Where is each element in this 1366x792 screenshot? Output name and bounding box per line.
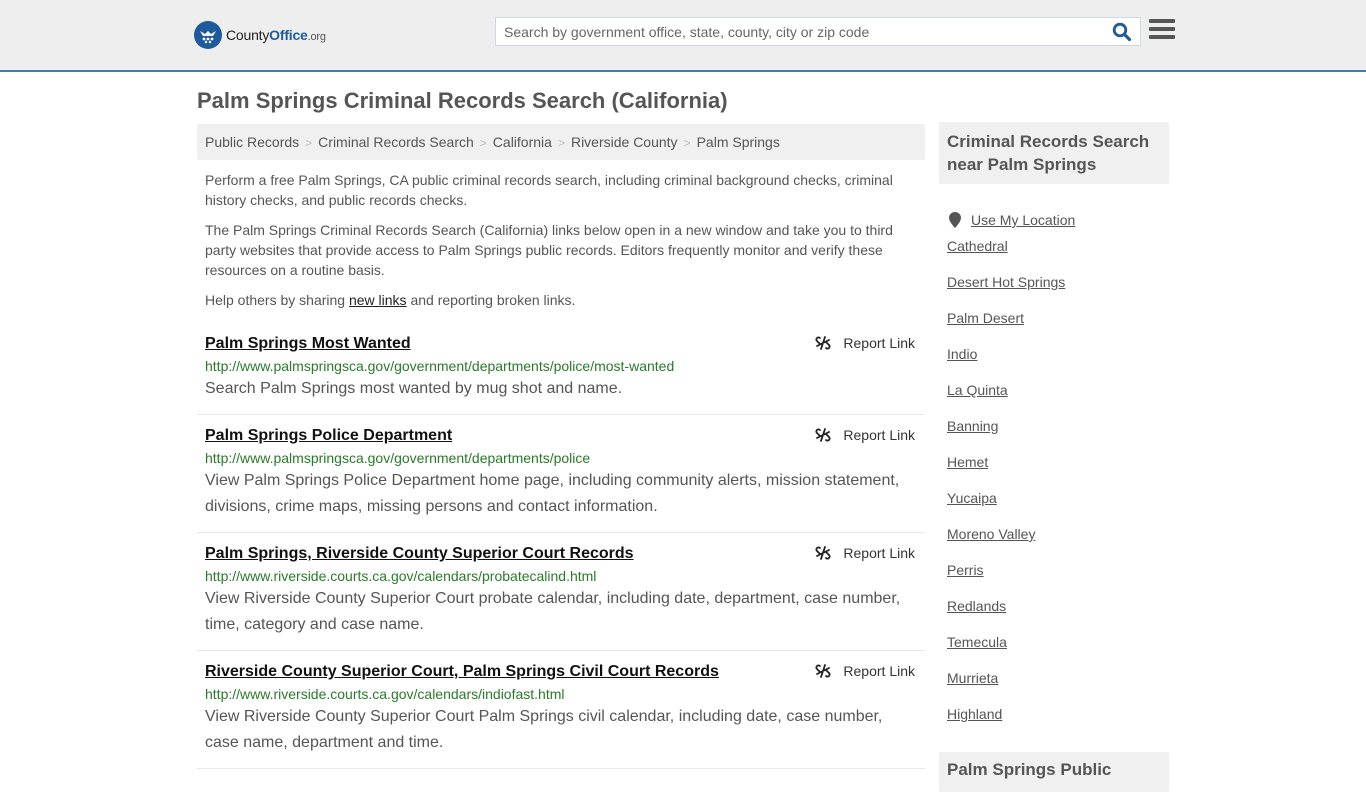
broken-link-icon	[815, 336, 831, 350]
city-link[interactable]: Indio	[947, 346, 977, 362]
city-link[interactable]: Murrieta	[947, 670, 998, 686]
sidebar-item-temecula: Temecula	[947, 634, 1161, 670]
sidebar-heading: Criminal Records Search near Palm Spring…	[939, 122, 1169, 184]
breadcrumb: Public Records > Criminal Records Search > C…	[197, 124, 925, 160]
record-title-link[interactable]: Palm Springs, Riverside County Superior …	[205, 543, 634, 565]
logo-text: CountyOffice.org	[226, 27, 326, 43]
sidebar-item-palm-desert: Palm Desert	[947, 310, 1161, 346]
breadcrumb-separator: >	[305, 136, 313, 150]
records-list: Palm Springs Most Wanted Report Link htt…	[197, 329, 925, 769]
main-content: Public Records > Criminal Records Search > C…	[197, 124, 925, 769]
city-link[interactable]: La Quinta	[947, 382, 1008, 398]
record-description: View Palm Springs Police Department home…	[205, 472, 900, 515]
sidebar-item-hemet: Hemet	[947, 454, 1161, 490]
search-input[interactable]	[496, 18, 1106, 45]
sidebar-item-cathedral: Cathedral	[947, 238, 1161, 274]
breadcrumb-criminal-records-search[interactable]: Criminal Records Search	[318, 134, 474, 150]
search-box	[495, 17, 1141, 46]
breadcrumb-separator: >	[683, 136, 691, 150]
report-link-button[interactable]: Report Link	[815, 663, 915, 679]
record-description: View Riverside County Superior Court pro…	[205, 590, 901, 633]
intro-paragraph-1: Perform a free Palm Springs, CA public c…	[205, 172, 893, 208]
sidebar-item-redlands: Redlands	[947, 598, 1161, 634]
city-link[interactable]: Temecula	[947, 634, 1007, 650]
city-link[interactable]: Desert Hot Springs	[947, 274, 1065, 290]
broken-link-icon	[815, 546, 831, 560]
broken-link-icon	[815, 664, 831, 678]
sidebar-item-banning: Banning	[947, 418, 1161, 454]
sidebar-heading-public-records: Palm Springs Public	[939, 752, 1169, 792]
sidebar-item-desert-hot-springs: Desert Hot Springs	[947, 274, 1161, 310]
record-url[interactable]: http://www.palmspringsca.gov/government/…	[205, 448, 917, 468]
breadcrumb-public-records[interactable]: Public Records	[205, 134, 299, 150]
sidebar-item-murrieta: Murrieta	[947, 670, 1161, 706]
use-my-location-link[interactable]: Use My Location	[971, 212, 1075, 228]
sidebar-item-highland: Highland	[947, 706, 1161, 742]
record-item: Palm Springs Police Department Report Li…	[197, 415, 925, 533]
city-link[interactable]: Yucaipa	[947, 490, 997, 506]
site-logo[interactable]: CountyOffice.org	[194, 21, 326, 49]
breadcrumb-riverside-county[interactable]: Riverside County	[571, 134, 678, 150]
site-header: CountyOffice.org	[0, 0, 1366, 72]
record-item: Riverside County Superior Court, Palm Sp…	[197, 651, 925, 769]
record-item: Palm Springs, Riverside County Superior …	[197, 533, 925, 651]
city-link[interactable]: Palm Desert	[947, 310, 1024, 326]
eagle-logo-icon	[194, 21, 222, 49]
record-description: Search Palm Springs most wanted by mug s…	[205, 380, 623, 397]
report-link-button[interactable]: Report Link	[815, 427, 915, 443]
hamburger-menu-icon[interactable]	[1149, 19, 1175, 43]
broken-link-icon	[815, 428, 831, 442]
breadcrumb-california[interactable]: California	[493, 134, 552, 150]
record-url[interactable]: http://www.palmspringsca.gov/government/…	[205, 356, 917, 376]
record-title-link[interactable]: Riverside County Superior Court, Palm Sp…	[205, 661, 719, 683]
report-link-button[interactable]: Report Link	[815, 335, 915, 351]
page-title: Palm Springs Criminal Records Search (Ca…	[197, 88, 728, 113]
city-link[interactable]: Hemet	[947, 454, 988, 470]
city-link[interactable]: Moreno Valley	[947, 526, 1035, 542]
nearby-cities-list: Use My Location Cathedral Desert Hot Spr…	[939, 202, 1169, 742]
report-link-button[interactable]: Report Link	[815, 545, 915, 561]
city-link[interactable]: Cathedral	[947, 238, 1008, 254]
record-title-link[interactable]: Palm Springs Most Wanted	[205, 333, 411, 355]
map-pin-icon	[949, 212, 961, 228]
intro-paragraph-3: Help others by sharing new links and rep…	[205, 292, 576, 308]
city-link[interactable]: Highland	[947, 706, 1002, 722]
search-icon	[1112, 22, 1132, 42]
record-item: Palm Springs Most Wanted Report Link htt…	[197, 329, 925, 415]
city-link[interactable]: Banning	[947, 418, 998, 434]
use-my-location-item: Use My Location	[947, 202, 1161, 238]
new-links-link[interactable]: new links	[349, 292, 407, 308]
sidebar-item-perris: Perris	[947, 562, 1161, 598]
breadcrumb-separator: >	[557, 136, 565, 150]
record-description: View Riverside County Superior Court Pal…	[205, 708, 883, 751]
record-url[interactable]: http://www.riverside.courts.ca.gov/calen…	[205, 566, 917, 586]
sidebar-item-yucaipa: Yucaipa	[947, 490, 1161, 526]
breadcrumb-separator: >	[479, 136, 487, 150]
record-title-link[interactable]: Palm Springs Police Department	[205, 425, 452, 447]
sidebar-item-moreno-valley: Moreno Valley	[947, 526, 1161, 562]
sidebar: Criminal Records Search near Palm Spring…	[939, 122, 1169, 792]
intro-paragraph-2: The Palm Springs Criminal Records Search…	[205, 222, 893, 278]
city-link[interactable]: Redlands	[947, 598, 1006, 614]
sidebar-item-indio: Indio	[947, 346, 1161, 382]
breadcrumb-palm-springs[interactable]: Palm Springs	[697, 134, 780, 150]
city-link[interactable]: Perris	[947, 562, 984, 578]
sidebar-item-la-quinta: La Quinta	[947, 382, 1161, 418]
intro-text: Perform a free Palm Springs, CA public c…	[197, 170, 925, 310]
record-url[interactable]: http://www.riverside.courts.ca.gov/calen…	[205, 684, 917, 704]
search-button[interactable]	[1112, 22, 1134, 42]
